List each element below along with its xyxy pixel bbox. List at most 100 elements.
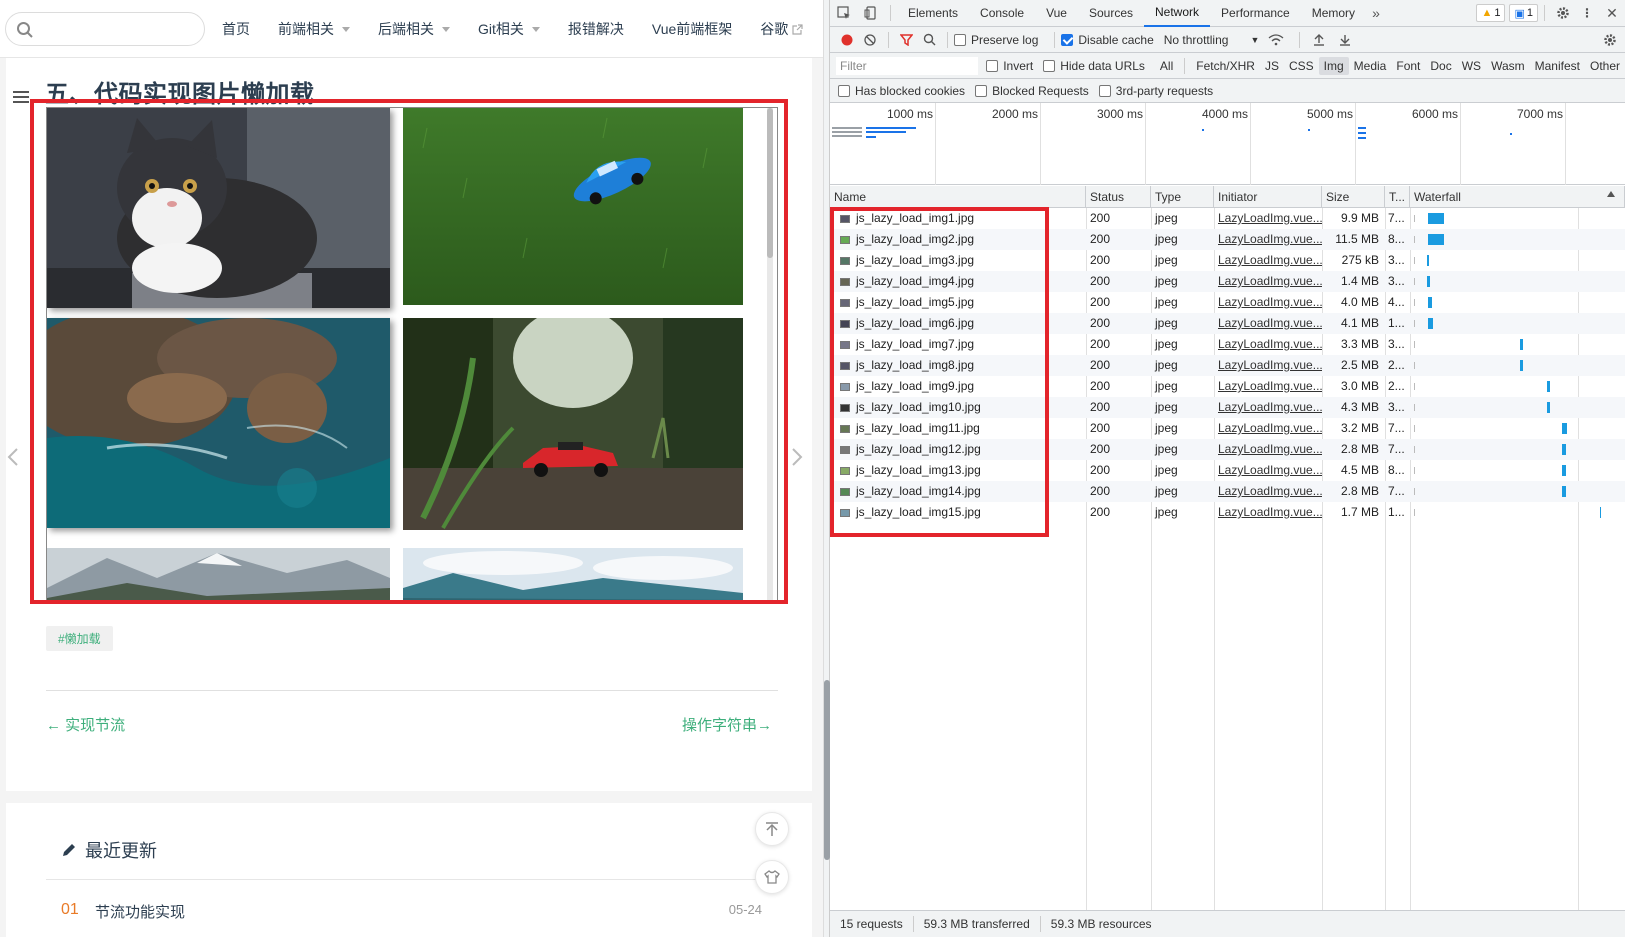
has-blocked-cookies-checkbox[interactable]: Has blocked cookies	[838, 84, 965, 98]
pane-splitter[interactable]	[823, 0, 830, 937]
filter-type-media[interactable]: Media	[1349, 57, 1392, 75]
cell-initiator[interactable]: LazyLoadImg.vue...	[1218, 232, 1322, 246]
tab-elements[interactable]: Elements	[897, 0, 969, 27]
waterfall-bar	[1428, 234, 1444, 245]
cell-initiator[interactable]: LazyLoadImg.vue...	[1218, 400, 1322, 414]
nav-item-0[interactable]: 首页	[222, 19, 250, 39]
search-icon[interactable]	[917, 33, 941, 46]
blocked-requests-checkbox[interactable]: Blocked Requests	[975, 84, 1089, 98]
waterfall-bar	[1562, 486, 1566, 497]
filter-type-css[interactable]: CSS	[1284, 57, 1319, 75]
nav-item-2[interactable]: 后端相关	[378, 19, 450, 39]
throttling-select[interactable]: No throttling ▼	[1164, 33, 1260, 47]
cell-initiator[interactable]: LazyLoadImg.vue...	[1218, 484, 1322, 498]
cell-type-container: jpeg	[1151, 439, 1214, 460]
search-input[interactable]	[5, 12, 205, 46]
next-article-link[interactable]: 操作字符串→	[682, 714, 772, 735]
gear-icon[interactable]	[1551, 6, 1575, 20]
tab-console[interactable]: Console	[969, 0, 1035, 27]
recent-item-date: 05-24	[728, 902, 762, 917]
cell-size-container: 3.0 MB	[1322, 376, 1385, 397]
filter-type-other[interactable]: Other	[1585, 57, 1625, 75]
nav-item-1[interactable]: 前端相关	[278, 19, 350, 39]
menu-icon[interactable]	[13, 90, 29, 104]
tab-memory[interactable]: Memory	[1301, 0, 1366, 27]
disable-cache-checkbox[interactable]: Disable cache	[1061, 33, 1154, 47]
clear-icon[interactable]	[858, 33, 882, 46]
cell-time-container: 2...	[1385, 376, 1410, 397]
close-icon[interactable]: ✕	[1599, 5, 1625, 22]
column-header-waterfall[interactable]: Waterfall	[1410, 186, 1625, 208]
cell-initiator[interactable]: LazyLoadImg.vue...	[1218, 379, 1322, 393]
kebab-menu-icon[interactable]: ⋮	[1575, 6, 1599, 20]
filter-type-all[interactable]: All	[1155, 57, 1178, 75]
filter-icon[interactable]	[895, 33, 917, 46]
timeline-label: 6000 ms	[1412, 107, 1459, 121]
message-count: 1	[1526, 7, 1533, 19]
cell-initiator[interactable]: LazyLoadImg.vue...	[1218, 274, 1322, 288]
filter-type-font[interactable]: Font	[1391, 57, 1425, 75]
cell-initiator[interactable]: LazyLoadImg.vue...	[1218, 421, 1322, 435]
filter-input[interactable]: Filter	[836, 56, 979, 75]
cell-type-container: jpeg	[1151, 397, 1214, 418]
download-icon[interactable]	[1332, 34, 1358, 46]
cell-initiator[interactable]: LazyLoadImg.vue...	[1218, 463, 1322, 477]
device-toggle-icon[interactable]	[858, 6, 884, 20]
network-settings-gear-icon[interactable]	[1595, 33, 1625, 47]
cell-initiator[interactable]: LazyLoadImg.vue...	[1218, 295, 1322, 309]
cell-time-container: 1...	[1385, 313, 1410, 334]
column-header-time[interactable]: T...	[1385, 186, 1410, 208]
inspect-element-icon[interactable]	[830, 6, 858, 20]
column-header-size[interactable]: Size	[1322, 186, 1385, 208]
cell-initiator[interactable]: LazyLoadImg.vue...	[1218, 505, 1322, 519]
checkbox-box	[986, 59, 999, 72]
filter-type-img[interactable]: Img	[1318, 56, 1349, 75]
cell-initiator[interactable]: LazyLoadImg.vue...	[1218, 211, 1322, 225]
prev-article-link[interactable]: ← 实现节流	[46, 714, 125, 735]
preserve-log-checkbox[interactable]: Preserve log	[954, 33, 1038, 47]
column-header-initiator[interactable]: Initiator	[1214, 186, 1322, 208]
record-icon[interactable]	[836, 34, 858, 46]
cell-status: 200	[1090, 211, 1111, 225]
cell-initiator[interactable]: LazyLoadImg.vue...	[1218, 253, 1322, 267]
hide-data-urls-checkbox[interactable]: Hide data URLs	[1043, 59, 1145, 73]
cell-type: jpeg	[1155, 211, 1178, 225]
cell-initiator[interactable]: LazyLoadImg.vue...	[1218, 337, 1322, 351]
cell-initiator[interactable]: LazyLoadImg.vue...	[1218, 442, 1322, 456]
tab-network[interactable]: Network	[1144, 0, 1211, 27]
more-tabs-icon[interactable]: »	[1366, 5, 1386, 21]
theme-button[interactable]	[755, 860, 789, 894]
recent-item-link[interactable]: 节流功能实现	[95, 901, 185, 922]
tab-vue[interactable]: Vue	[1035, 0, 1078, 27]
nav-item-4[interactable]: 报错解决	[568, 19, 624, 39]
filter-type-manifest[interactable]: Manifest	[1530, 57, 1585, 75]
network-overview-timeline[interactable]: 1000 ms 2000 ms 3000 ms 4000 ms 5000 ms 6000 …	[830, 103, 1625, 185]
upload-icon[interactable]	[1306, 33, 1332, 46]
checkbox-box	[954, 33, 966, 46]
pencil-icon	[63, 844, 75, 856]
nav-item-5[interactable]: Vue前端框架	[652, 19, 732, 39]
filter-type-wasm[interactable]: Wasm	[1486, 57, 1530, 75]
third-party-checkbox[interactable]: 3rd-party requests	[1098, 84, 1213, 98]
network-conditions-icon[interactable]	[1259, 33, 1293, 46]
back-to-top-button[interactable]	[755, 812, 789, 846]
tab-performance[interactable]: Performance	[1210, 0, 1301, 27]
invert-checkbox[interactable]: Invert	[986, 59, 1033, 73]
filter-type-fetchxhr[interactable]: Fetch/XHR	[1191, 57, 1260, 75]
filter-type-ws[interactable]: WS	[1457, 57, 1486, 75]
nav-item-3[interactable]: Git相关	[478, 19, 540, 39]
column-header-type[interactable]: Type	[1151, 186, 1214, 208]
tab-sources[interactable]: Sources	[1078, 0, 1144, 27]
chevron-right-icon[interactable]	[790, 447, 804, 467]
column-header-status[interactable]: Status	[1086, 186, 1151, 208]
warning-badge[interactable]: ▲ 1	[1476, 4, 1506, 22]
message-badge[interactable]: ▣ 1	[1509, 4, 1538, 22]
chevron-left-icon[interactable]	[6, 447, 20, 467]
nav-item-6[interactable]: 谷歌	[760, 19, 803, 39]
cell-initiator[interactable]: LazyLoadImg.vue...	[1218, 358, 1322, 372]
cell-initiator[interactable]: LazyLoadImg.vue...	[1218, 316, 1322, 330]
filter-type-doc[interactable]: Doc	[1425, 57, 1456, 75]
tag-chip[interactable]: #懒加载	[46, 626, 113, 651]
column-header-name[interactable]: Name	[830, 186, 1086, 208]
filter-type-js[interactable]: JS	[1260, 57, 1284, 75]
